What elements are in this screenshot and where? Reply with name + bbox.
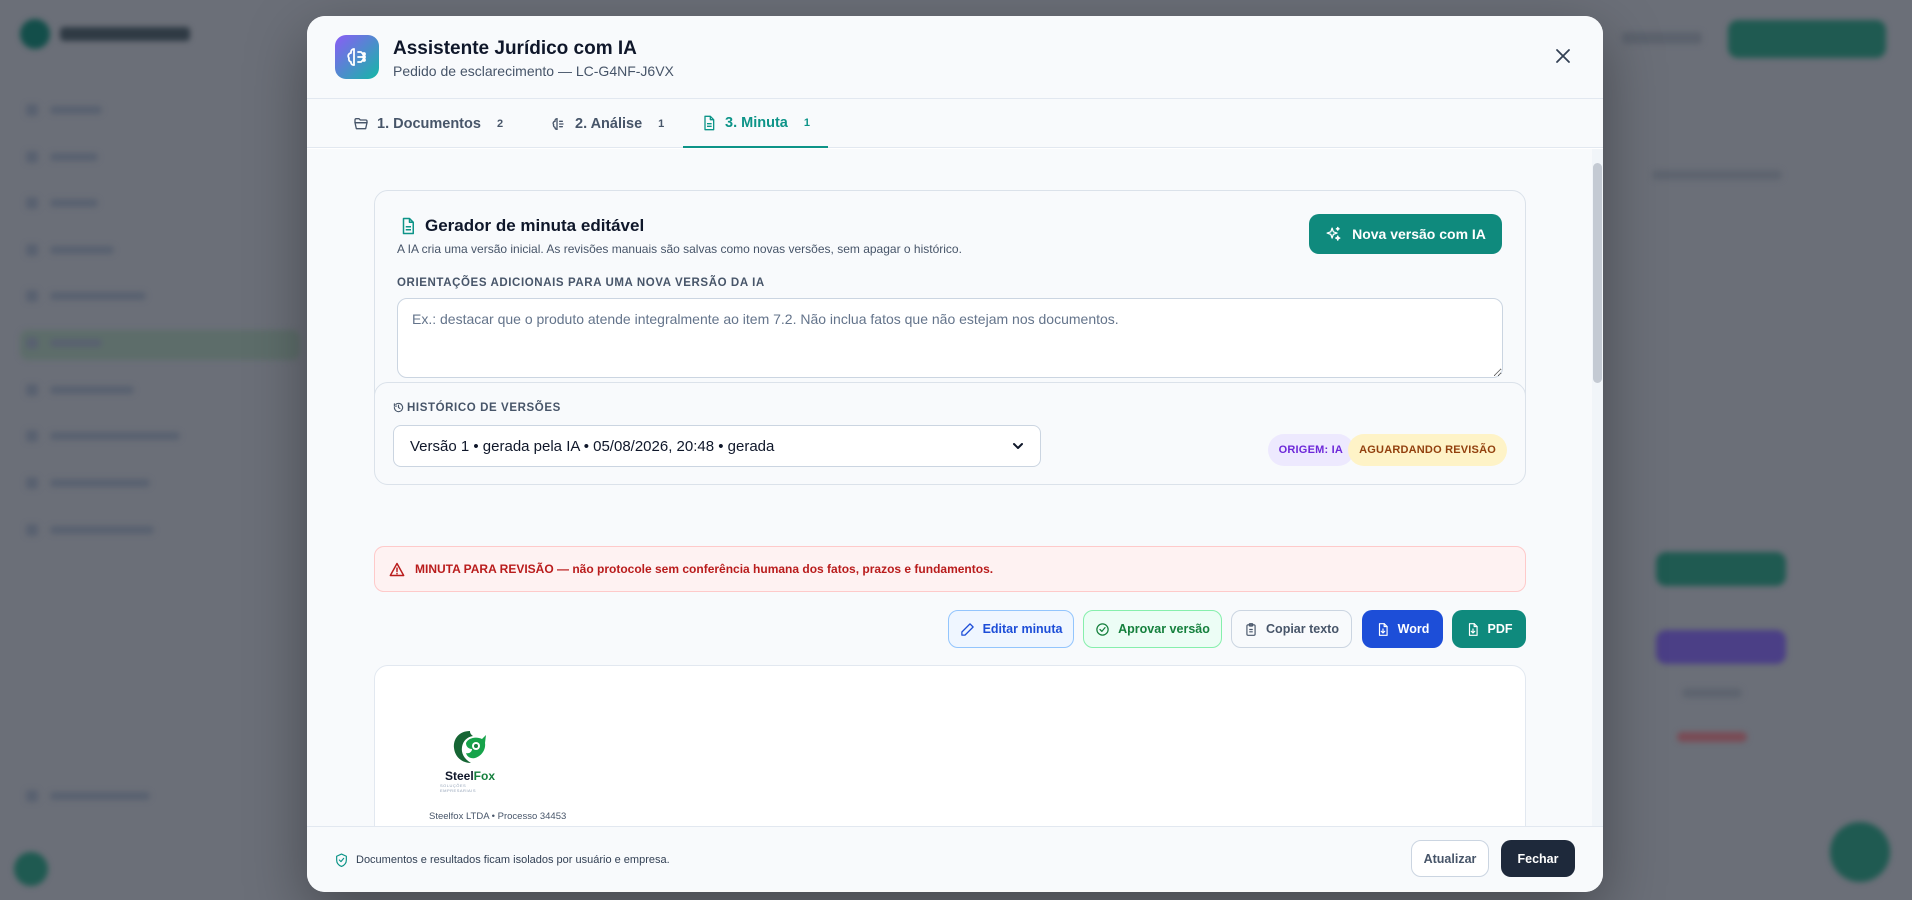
modal-title: Assistente Jurídico com IA xyxy=(393,38,637,59)
export-word-label: Word xyxy=(1397,622,1430,636)
file-download-icon xyxy=(1468,622,1478,636)
export-word-button[interactable]: Word xyxy=(1362,610,1443,648)
tab-bar: 1. Documentos 2 2. Análise 1 3. Minuta 1 xyxy=(307,99,1603,148)
background-nav-item xyxy=(26,523,154,537)
tab-analise[interactable]: 2. Análise 1 xyxy=(533,99,682,148)
warning-icon xyxy=(389,562,405,576)
background-nav-item xyxy=(26,789,150,803)
ai-brain-icon xyxy=(552,117,564,130)
chevron-down-icon xyxy=(1013,443,1023,449)
background-nav-item xyxy=(26,336,102,350)
copy-text-label: Copiar texto xyxy=(1266,622,1339,636)
document-icon xyxy=(704,115,715,130)
instructions-textarea[interactable] xyxy=(397,298,1503,378)
background-button xyxy=(1656,552,1786,586)
steelfox-logo: SteelFox SOLUÇÕES EMPRESARIAIS xyxy=(440,729,500,793)
export-pdf-button[interactable]: PDF xyxy=(1452,610,1526,648)
export-pdf-label: PDF xyxy=(1487,622,1513,636)
new-ai-version-label: Nova versão com IA xyxy=(1352,226,1486,242)
instructions-label: ORIENTAÇÕES ADICIONAIS PARA UMA NOVA VER… xyxy=(397,277,765,289)
tab-minuta[interactable]: 3. Minuta 1 xyxy=(683,99,828,148)
clipboard-icon xyxy=(1246,622,1256,636)
background-fab xyxy=(1830,822,1890,882)
logo-wordmark: SteelFox xyxy=(445,769,495,783)
status-badge: AGUARDANDO REVISÃO xyxy=(1348,434,1507,466)
refresh-button[interactable]: Atualizar xyxy=(1411,840,1489,877)
shield-check-icon xyxy=(336,853,347,867)
background-line xyxy=(1682,688,1742,698)
close-button[interactable] xyxy=(1549,42,1577,70)
version-select[interactable]: Versão 1 • gerada pela IA • 05/08/2026, … xyxy=(393,425,1041,467)
close-modal-button[interactable]: Fechar xyxy=(1501,840,1575,877)
background-nav-item xyxy=(26,476,150,490)
check-circle-icon xyxy=(1096,622,1109,636)
close-icon xyxy=(1556,49,1570,63)
background-avatar xyxy=(14,852,48,886)
version-select-value: Versão 1 • gerada pela IA • 05/08/2026, … xyxy=(410,437,775,455)
modal-content: Gerador de minuta editável A IA cria uma… xyxy=(307,149,1603,827)
scrollbar-thumb[interactable] xyxy=(1593,163,1602,383)
origin-badge: ORIGEM: IA xyxy=(1267,434,1354,466)
modal-header: Assistente Jurídico com IA Pedido de esc… xyxy=(307,16,1603,99)
document-meta: Steelfox LTDA • Processo 34453 xyxy=(429,811,567,822)
review-alert: MINUTA PARA REVISÃO — não protocole sem … xyxy=(374,546,1526,592)
approve-version-label: Aprovar versão xyxy=(1118,622,1210,636)
tab-count: 1 xyxy=(658,117,665,130)
background-nav-item xyxy=(26,289,146,303)
logo-wordmark-part: Fox xyxy=(473,769,496,783)
new-ai-version-button[interactable]: Nova versão com IA xyxy=(1309,214,1502,254)
background-nav-item xyxy=(26,243,114,257)
modal-subtitle: Pedido de esclarecimento — LC-G4NF-J6VX xyxy=(393,63,674,79)
copy-text-button[interactable]: Copiar texto xyxy=(1231,610,1352,648)
draft-generator-card: Gerador de minuta editável A IA cria uma… xyxy=(374,190,1526,407)
tab-label: 1. Documentos xyxy=(377,115,481,132)
file-download-icon xyxy=(1378,622,1388,636)
background-nav-item xyxy=(26,150,98,164)
background-line xyxy=(1652,170,1782,180)
draft-document-preview: SteelFox SOLUÇÕES EMPRESARIAIS Steelfox … xyxy=(374,665,1526,827)
generator-description: A IA cria uma versão inicial. As revisõe… xyxy=(397,242,962,256)
document-icon xyxy=(402,217,414,235)
review-alert-text: MINUTA PARA REVISÃO — não protocole sem … xyxy=(415,562,994,576)
edit-draft-label: Editar minuta xyxy=(982,622,1063,636)
edit-draft-button[interactable]: Editar minuta xyxy=(948,610,1074,648)
logo-wordmark-part: Steel xyxy=(444,769,474,783)
sparkles-icon xyxy=(1326,226,1341,241)
approve-version-button[interactable]: Aprovar versão xyxy=(1083,610,1222,648)
legal-assistant-modal: Assistente Jurídico com IA Pedido de esc… xyxy=(307,16,1603,892)
tab-count: 2 xyxy=(496,117,504,130)
version-history-card: HISTÓRICO DE VERSÕES Versão 1 • gerada p… xyxy=(374,382,1526,485)
generator-title: Gerador de minuta editável xyxy=(425,216,645,235)
fox-logo-icon xyxy=(453,731,486,763)
folder-icon xyxy=(354,117,368,129)
background-nav-item xyxy=(26,429,180,443)
privacy-note-text: Documentos e resultados ficam isolados p… xyxy=(356,854,670,866)
version-history-label: HISTÓRICO DE VERSÕES xyxy=(407,402,561,414)
history-icon xyxy=(393,402,404,413)
ai-brain-icon xyxy=(335,35,379,79)
background-logo xyxy=(20,18,200,50)
background-nav-item xyxy=(26,196,98,210)
tab-label: 3. Minuta xyxy=(725,114,788,131)
background-line xyxy=(1677,732,1747,742)
background-top-button xyxy=(1728,20,1886,58)
pencil-icon xyxy=(960,622,974,636)
tab-documentos[interactable]: 1. Documentos 2 xyxy=(335,99,521,148)
privacy-note: Documentos e resultados ficam isolados p… xyxy=(335,853,670,867)
background-nav-item xyxy=(26,103,102,117)
logo-tagline: SOLUÇÕES EMPRESARIAIS xyxy=(440,783,477,793)
background-button xyxy=(1656,630,1786,664)
tab-count: 1 xyxy=(803,116,810,129)
tab-label: 2. Análise xyxy=(575,115,643,132)
background-nav-item xyxy=(26,383,134,397)
modal-footer: Documentos e resultados ficam isolados p… xyxy=(307,826,1603,892)
background-top-link xyxy=(1622,32,1702,44)
